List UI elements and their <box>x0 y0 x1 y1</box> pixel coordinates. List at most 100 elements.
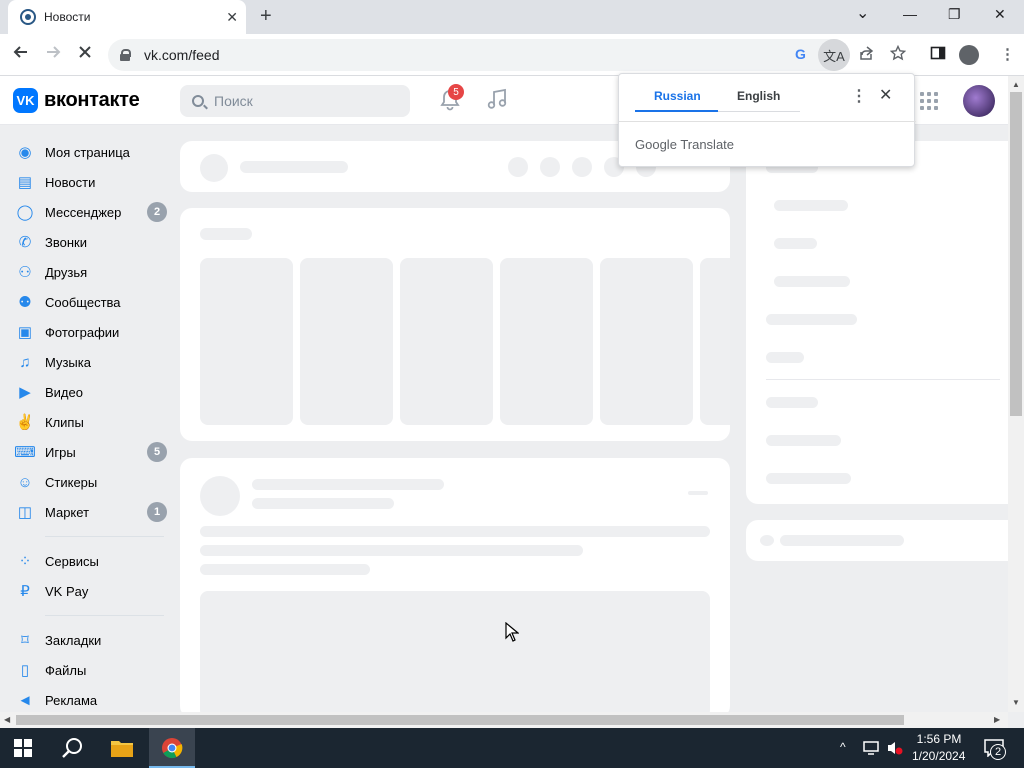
browser-tab-active[interactable]: Новости ✕ <box>8 0 246 34</box>
vertical-scrollbar-thumb[interactable] <box>1010 92 1022 416</box>
sidebar-item-label: Сервисы <box>45 553 99 569</box>
bookmark-star-icon[interactable] <box>889 44 907 65</box>
google-icon[interactable]: G <box>795 46 806 62</box>
sidebar-item-label: Клипы <box>45 414 84 430</box>
side-panel-icon[interactable] <box>930 45 946 65</box>
sidebar-item[interactable]: ◉ Моя страница <box>0 137 180 167</box>
sidebar-item[interactable]: ♫ Музыка <box>0 347 180 377</box>
sidebar-item[interactable]: ☺ Стикеры <box>0 467 180 497</box>
new-tab-button[interactable]: + <box>260 6 272 26</box>
file-explorer-icon[interactable] <box>110 738 134 763</box>
sidebar-item-label: Друзья <box>45 264 88 280</box>
windows-start-icon[interactable] <box>14 739 32 762</box>
clock-time[interactable]: 1:56 PM <box>916 732 962 746</box>
back-arrow-icon[interactable] <box>13 44 29 64</box>
browser-toolbar: vk.com/feed G 文A ⋮ <box>0 34 1024 76</box>
translate-icon[interactable]: 文A <box>818 39 850 71</box>
sidebar-item[interactable]: ✌ Клипы <box>0 407 180 437</box>
post-skeleton-card <box>180 458 730 718</box>
translate-close-icon[interactable]: ✕ <box>879 85 892 105</box>
friends-icon: ⚇ <box>18 264 32 281</box>
sidebar-item[interactable]: ◫ Маркет 1 <box>0 497 180 527</box>
menu-divider <box>45 615 164 616</box>
chrome-menu-icon[interactable]: ⋮ <box>1000 45 1015 63</box>
file-icon: ▯ <box>20 662 30 679</box>
sidebar-item-label: Реклама <box>45 692 98 708</box>
profile-avatar-icon[interactable] <box>959 45 979 65</box>
sidebar-item-label: Мессенджер <box>45 204 122 220</box>
sidebar-item-label: Видео <box>45 384 83 400</box>
user-avatar[interactable] <box>963 85 995 117</box>
tab-search-icon[interactable]: ⌄ <box>856 3 869 23</box>
address-bar[interactable]: vk.com/feed <box>108 39 850 71</box>
chrome-icon <box>162 738 183 759</box>
user-circle-icon: ◉ <box>18 144 32 161</box>
sidebar-item[interactable]: ⌑ Закладки <box>0 625 180 655</box>
tray-chevron-icon[interactable]: ^ <box>840 740 846 754</box>
communities-icon: ⚉ <box>18 294 32 311</box>
stop-loading-icon[interactable] <box>77 44 93 64</box>
sidebar-item-label: Стикеры <box>45 474 98 490</box>
apps-grid-icon[interactable] <box>920 92 938 110</box>
google-translate-brand: Google Translate <box>635 137 735 152</box>
sidebar-item[interactable]: ✆ Звонки <box>0 227 180 257</box>
vk-logo[interactable]: VK вконтакте <box>13 88 140 113</box>
url-text[interactable]: vk.com/feed <box>144 47 219 63</box>
sidebar-item[interactable]: ▯ Файлы <box>0 655 180 685</box>
tab-close-icon[interactable]: ✕ <box>226 9 238 26</box>
camera-icon: ▣ <box>17 324 33 341</box>
sidebar-item-badge: 2 <box>147 202 167 222</box>
vkpay-icon: ₽ <box>20 583 30 600</box>
translate-menu-icon[interactable]: ⋮ <box>851 86 867 106</box>
search-placeholder: Поиск <box>214 93 253 109</box>
horizontal-scrollbar-thumb[interactable] <box>16 715 904 725</box>
windows-taskbar: ^ 1:56 PM 1/20/2024 2 <box>0 728 1024 768</box>
music-icon: ♫ <box>19 353 31 371</box>
translate-tab-russian[interactable]: Russian <box>654 89 701 103</box>
close-window-button[interactable]: ✕ <box>994 6 1006 23</box>
sidebar-item-label: Сообщества <box>45 294 121 310</box>
sidebar-item-label: Игры <box>45 444 76 460</box>
restore-button[interactable]: ❐ <box>948 6 961 23</box>
sidebar-item[interactable]: ⁘ Сервисы <box>0 546 180 576</box>
browser-tab-strip: Новости ✕ + ⌄ — ❐ ✕ <box>0 0 1024 34</box>
sidebar-item[interactable]: ◯ Мессенджер 2 <box>0 197 180 227</box>
network-icon[interactable] <box>862 740 880 761</box>
vk-search-input[interactable]: Поиск <box>180 85 410 117</box>
sidebar-item[interactable]: ⚉ Сообщества <box>0 287 180 317</box>
vk-logo-text: вконтакте <box>44 89 140 111</box>
megaphone-icon: ◄ <box>17 691 33 709</box>
music-player-icon[interactable] <box>486 88 508 116</box>
sidebar-item[interactable]: ⌨ Игры 5 <box>0 437 180 467</box>
sidebar-item[interactable]: ▶ Видео <box>0 377 180 407</box>
sidebar-item-label: Музыка <box>45 354 91 370</box>
sidebar-item-badge: 1 <box>147 502 167 522</box>
sidebar-item-label: Новости <box>45 174 96 190</box>
horizontal-scrollbar[interactable]: ◀ ▶ <box>0 712 1008 728</box>
notification-count-badge: 2 <box>990 744 1006 760</box>
sidebar-item[interactable]: ▤ Новости <box>0 167 180 197</box>
volume-muted-icon[interactable] <box>886 740 904 761</box>
clips-icon: ✌ <box>15 414 35 431</box>
sidebar-item[interactable]: ◄ Реклама <box>0 685 180 715</box>
clock-date[interactable]: 1/20/2024 <box>912 749 965 763</box>
search-icon[interactable] <box>61 737 83 764</box>
sidebar-item[interactable]: ⚇ Друзья <box>0 257 180 287</box>
share-icon[interactable] <box>858 45 874 65</box>
google-translate-popup: Russian English ⋮ ✕ Google Translate <box>618 73 916 167</box>
chrome-taskbar-button[interactable] <box>149 728 195 768</box>
sidebar-item-label: VK Pay <box>45 583 89 599</box>
sidebar-item-badge: 5 <box>147 442 167 462</box>
forward-arrow-icon[interactable] <box>45 44 61 64</box>
bag-icon: ◫ <box>17 504 33 521</box>
lock-icon[interactable] <box>120 49 131 61</box>
sidebar-item[interactable]: ▣ Фотографии <box>0 317 180 347</box>
sidebar-item[interactable]: ₽ VK Pay <box>0 576 180 606</box>
right-menu-skeleton <box>746 141 1008 504</box>
translate-tab-english[interactable]: English <box>737 89 780 103</box>
message-icon: ◯ <box>16 204 34 221</box>
minimize-button[interactable]: — <box>903 6 917 22</box>
gamepad-icon: ⌨ <box>14 444 36 461</box>
vertical-scrollbar[interactable]: ▲ ▼ <box>1008 76 1024 712</box>
video-icon: ▶ <box>19 384 31 401</box>
